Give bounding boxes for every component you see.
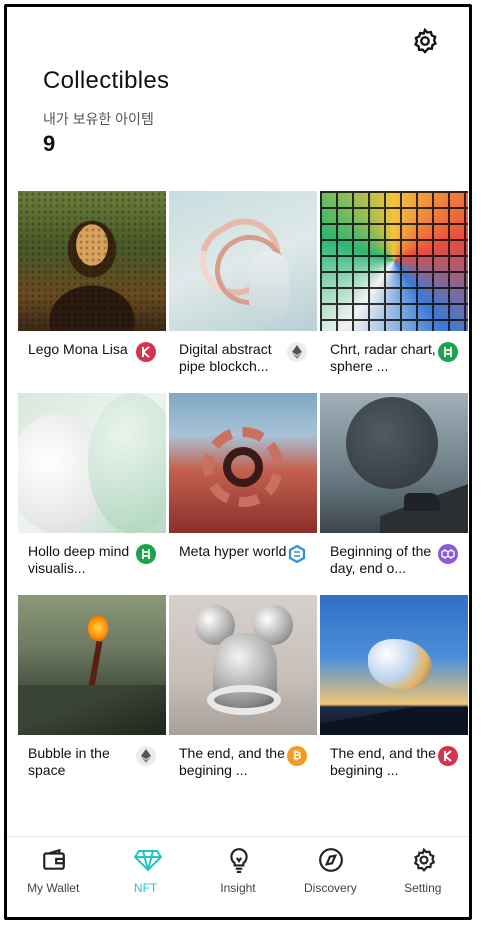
nft-image-beginning-of-day xyxy=(320,393,468,533)
tab-label: Discovery xyxy=(304,881,357,895)
page-title: Collectibles xyxy=(43,67,170,94)
gear-icon xyxy=(413,847,435,872)
tab-label: Setting xyxy=(404,881,442,895)
nft-title: Chrt, radar chart, sphere ... xyxy=(330,341,436,374)
tab-setting[interactable]: Setting xyxy=(378,837,468,917)
diamond-icon xyxy=(133,850,162,872)
app-screen: Collectibles 내가 보유한 아이템 9 Lego Mona Lisa… xyxy=(4,4,472,920)
kyber-icon xyxy=(136,342,156,362)
hedera-icon xyxy=(136,544,156,564)
hedera-icon xyxy=(438,342,458,362)
nft-title: Digital abstract pipe blockch... xyxy=(179,341,272,374)
tab-nft[interactable]: NFT xyxy=(101,837,191,917)
nft-title: The end, and the begining ... xyxy=(179,745,285,778)
nft-card[interactable]: The end, and the begining ... ₿ xyxy=(169,595,317,797)
nft-grid: Lego Mona Lisa Digital abstract pipe blo… xyxy=(18,191,468,797)
nft-card[interactable]: Chrt, radar chart, sphere ... xyxy=(320,191,468,393)
nft-card[interactable]: Meta hyper world xyxy=(169,393,317,595)
ethereum-icon xyxy=(287,342,307,362)
nft-title: Hollo deep mind visualis... xyxy=(28,543,130,576)
hexagon-chain-icon xyxy=(287,544,307,564)
tab-insight[interactable]: Insight xyxy=(193,837,283,917)
tab-label: NFT xyxy=(133,881,158,895)
tab-discovery[interactable]: Discovery xyxy=(285,837,375,917)
nft-card[interactable]: Digital abstract pipe blockch... xyxy=(169,191,317,393)
wallet-icon xyxy=(43,848,66,870)
nft-card[interactable]: Beginning of the day, end o... xyxy=(320,393,468,595)
nft-image-meta-hyper-world xyxy=(169,393,317,533)
owned-items-count: 9 xyxy=(43,131,56,156)
nft-card[interactable]: Bubble in the space xyxy=(18,595,166,797)
nft-image-bubble-in-space xyxy=(18,595,166,735)
nft-image-the-end-begining-2 xyxy=(320,595,468,735)
bitcoin-icon: ₿ xyxy=(287,746,307,766)
tab-my-wallet[interactable]: My Wallet xyxy=(8,837,98,917)
ethereum-icon xyxy=(136,746,156,766)
compass-icon xyxy=(319,848,344,872)
nft-card[interactable]: The end, and the begining ... xyxy=(320,595,468,797)
nft-image-mona-lisa xyxy=(18,191,166,331)
nft-title: Lego Mona Lisa xyxy=(28,341,128,357)
nft-image-hollo-deep-mind xyxy=(18,393,166,533)
nft-image-the-end-begining-1 xyxy=(169,595,317,735)
nft-title: Bubble in the space xyxy=(28,745,110,778)
polygon-icon xyxy=(438,544,458,564)
kyber-icon xyxy=(438,746,458,766)
bottom-tab-bar: My Wallet NFT Insight Discovery Setting xyxy=(7,836,469,917)
nft-image-abstract-pipe xyxy=(169,191,317,331)
nft-title: The end, and the begining ... xyxy=(330,745,436,778)
owned-items-label: 내가 보유한 아이템 xyxy=(43,111,154,127)
nft-title: Beginning of the day, end o... xyxy=(330,543,432,576)
nft-title: Meta hyper world xyxy=(179,543,287,559)
tab-label: Insight xyxy=(220,881,256,895)
settings-gear-icon[interactable] xyxy=(411,27,439,55)
nft-image-radar-sphere xyxy=(320,191,468,331)
lightbulb-icon xyxy=(230,848,248,873)
nft-card[interactable]: Lego Mona Lisa xyxy=(18,191,166,393)
tab-label: My Wallet xyxy=(27,881,80,895)
nft-card[interactable]: Hollo deep mind visualis... xyxy=(18,393,166,595)
